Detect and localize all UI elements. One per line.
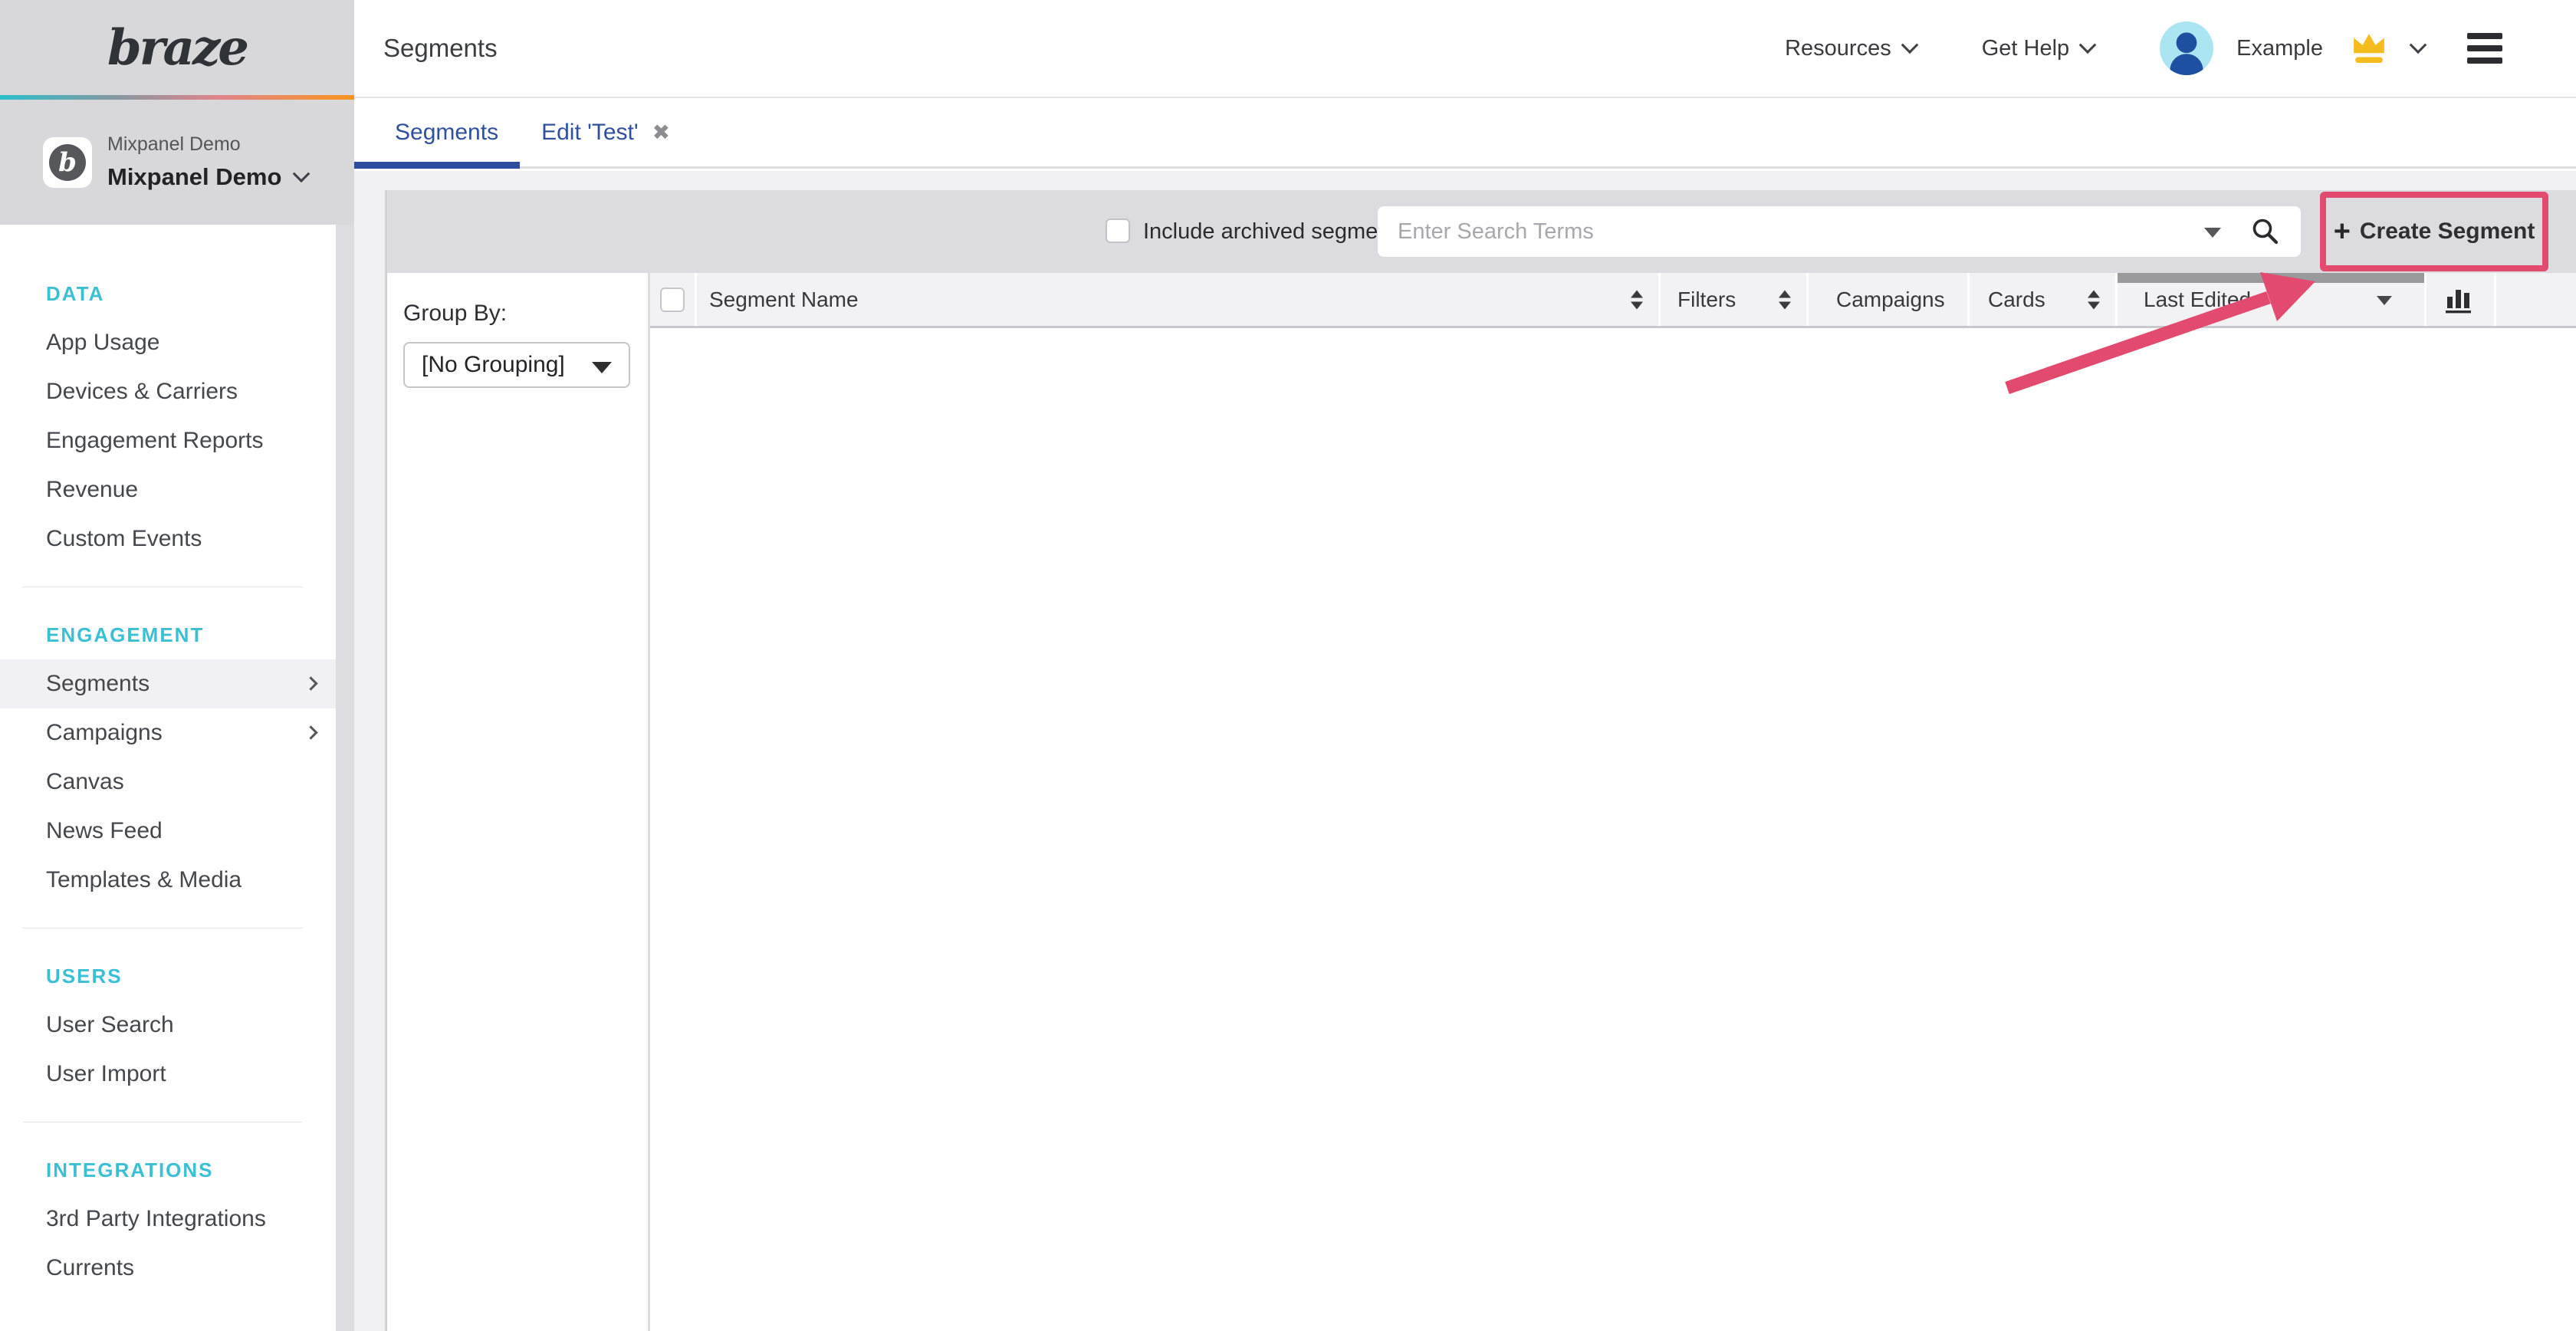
section-title-integrations: INTEGRATIONS	[0, 1145, 336, 1195]
segments-table: Segment Name Filters Campaigns Cards	[650, 273, 2576, 1331]
active-tab-underline	[354, 162, 520, 169]
search-input[interactable]	[1378, 206, 2301, 257]
sidebar-item-revenue[interactable]: Revenue	[0, 465, 336, 514]
get-help-menu[interactable]: Get Help	[1982, 36, 2094, 61]
content-region: Include archived segments + Create Segme…	[354, 171, 2576, 1331]
workspace-name: Mixpanel Demo	[107, 163, 281, 191]
search-dropdown-caret-icon[interactable]	[2204, 228, 2221, 238]
chevron-right-icon	[304, 676, 317, 690]
workspace-monogram: b	[49, 144, 86, 181]
table-body-empty	[650, 328, 2576, 1331]
braze-logo-text: braze	[107, 19, 247, 77]
group-by-dropdown[interactable]: [No Grouping]	[403, 342, 630, 388]
user-name: Example	[2236, 36, 2323, 61]
sidebar-item-custom-events[interactable]: Custom Events	[0, 514, 336, 564]
sidebar-header: braze b Mixpanel Demo Mixpanel Demo	[0, 0, 354, 225]
braze-logo[interactable]: braze	[0, 0, 354, 95]
chevron-right-icon	[304, 725, 317, 739]
sidebar-item-segments[interactable]: Segments	[0, 659, 336, 708]
main-area: Segments Resources Get Help Example	[354, 0, 2576, 1331]
workspace-company: Mixpanel Demo	[107, 133, 307, 156]
workspace-selector[interactable]: b Mixpanel Demo Mixpanel Demo	[0, 100, 332, 225]
user-avatar[interactable]	[2160, 21, 2213, 75]
include-archived-checkbox[interactable]	[1106, 219, 1130, 243]
tab-bar: Segments Edit 'Test' ✖	[354, 98, 2576, 169]
resources-label: Resources	[1785, 36, 1891, 61]
create-segment-button[interactable]: + Create Segment	[2326, 198, 2542, 265]
table-header-row: Segment Name Filters Campaigns Cards	[650, 273, 2576, 328]
sort-icon[interactable]	[2088, 290, 2100, 309]
column-label: Cards	[1988, 288, 2045, 312]
segments-panel: Include archived segments + Create Segme…	[385, 190, 2576, 1331]
segments-toolbar: Include archived segments + Create Segme…	[387, 190, 2576, 273]
column-label: Filters	[1677, 288, 1736, 312]
sidebar-item-3rd-party-integrations[interactable]: 3rd Party Integrations	[0, 1195, 336, 1244]
select-all-cell	[650, 273, 695, 326]
panels: Group By: [No Grouping] Segment Name	[387, 273, 2576, 1331]
chevron-down-icon	[1901, 36, 1918, 54]
sort-caret-icon[interactable]	[2377, 296, 2392, 305]
select-all-checkbox[interactable]	[660, 288, 685, 312]
hamburger-menu-icon[interactable]	[2467, 33, 2502, 64]
column-cards[interactable]: Cards	[1970, 273, 2115, 326]
column-label: Segment Name	[709, 288, 859, 312]
column-drag-indicator	[2118, 273, 2424, 283]
column-last-edited[interactable]: Last Edited	[2118, 273, 2424, 326]
sidebar-item-currents[interactable]: Currents	[0, 1244, 336, 1293]
workspace-texts: Mixpanel Demo Mixpanel Demo	[107, 133, 307, 191]
create-segment-label: Create Segment	[2360, 219, 2535, 245]
sidebar-item-news-feed[interactable]: News Feed	[0, 807, 336, 856]
sort-icon[interactable]	[1779, 290, 1791, 309]
include-archived-label: Include archived segments	[1143, 190, 1408, 273]
chevron-down-icon[interactable]	[2410, 36, 2427, 54]
top-header: Segments Resources Get Help Example	[354, 0, 2576, 98]
sidebar-nav: DATA App Usage Devices & Carriers Engage…	[0, 225, 336, 1293]
group-by-panel: Group By: [No Grouping]	[387, 273, 650, 1331]
section-title-data: DATA	[0, 269, 336, 318]
chevron-down-icon	[2079, 36, 2097, 54]
column-campaigns[interactable]: Campaigns	[1809, 273, 1967, 326]
group-by-label: Group By:	[403, 301, 648, 327]
column-label: Last Edited	[2144, 288, 2251, 312]
search-box	[1378, 206, 2301, 257]
annotation-highlight-box: + Create Segment	[2320, 192, 2548, 271]
tab-segments[interactable]: Segments	[354, 98, 520, 166]
search-icon[interactable]	[2250, 216, 2281, 247]
tab-label: Edit 'Test'	[541, 120, 639, 146]
plus-icon: +	[2334, 217, 2351, 246]
sidebar-item-engagement-reports[interactable]: Engagement Reports	[0, 416, 336, 465]
close-icon[interactable]: ✖	[652, 120, 670, 145]
sidebar-item-templates-media[interactable]: Templates & Media	[0, 856, 336, 905]
tab-edit-test[interactable]: Edit 'Test' ✖	[520, 98, 685, 166]
section-title-engagement: ENGAGEMENT	[0, 610, 336, 659]
sidebar-item-user-search[interactable]: User Search	[0, 1001, 336, 1050]
crown-icon	[2349, 31, 2389, 66]
sidebar-item-user-import[interactable]: User Import	[0, 1050, 336, 1099]
group-by-value: [No Grouping]	[405, 352, 565, 378]
page-title: Segments	[383, 34, 498, 63]
sort-icon[interactable]	[1631, 290, 1643, 309]
column-filters[interactable]: Filters	[1661, 273, 1806, 326]
workspace-icon: b	[43, 137, 92, 188]
chevron-down-icon	[293, 165, 310, 182]
sidebar-item-devices-carriers[interactable]: Devices & Carriers	[0, 367, 336, 416]
tab-label: Segments	[395, 120, 498, 146]
section-title-users: USERS	[0, 951, 336, 1001]
sidebar-item-label: Segments	[46, 671, 150, 696]
column-segment-name[interactable]: Segment Name	[697, 273, 1658, 326]
sidebar: braze b Mixpanel Demo Mixpanel Demo DATA…	[0, 0, 354, 1331]
sidebar-item-campaigns[interactable]: Campaigns	[0, 708, 336, 758]
sidebar-item-app-usage[interactable]: App Usage	[0, 318, 336, 367]
column-analytics[interactable]	[2426, 273, 2494, 326]
get-help-label: Get Help	[1982, 36, 2069, 61]
header-right-cluster: Resources Get Help Example	[1785, 21, 2502, 75]
sidebar-item-label: Campaigns	[46, 720, 163, 745]
bar-chart-icon	[2443, 283, 2477, 317]
sidebar-item-canvas[interactable]: Canvas	[0, 758, 336, 807]
dropdown-caret-icon	[592, 362, 612, 373]
resources-menu[interactable]: Resources	[1785, 36, 1916, 61]
header-filler-cell	[2496, 273, 2576, 326]
column-label: Campaigns	[1836, 288, 1945, 312]
sidebar-scrollbar[interactable]	[336, 225, 354, 1331]
